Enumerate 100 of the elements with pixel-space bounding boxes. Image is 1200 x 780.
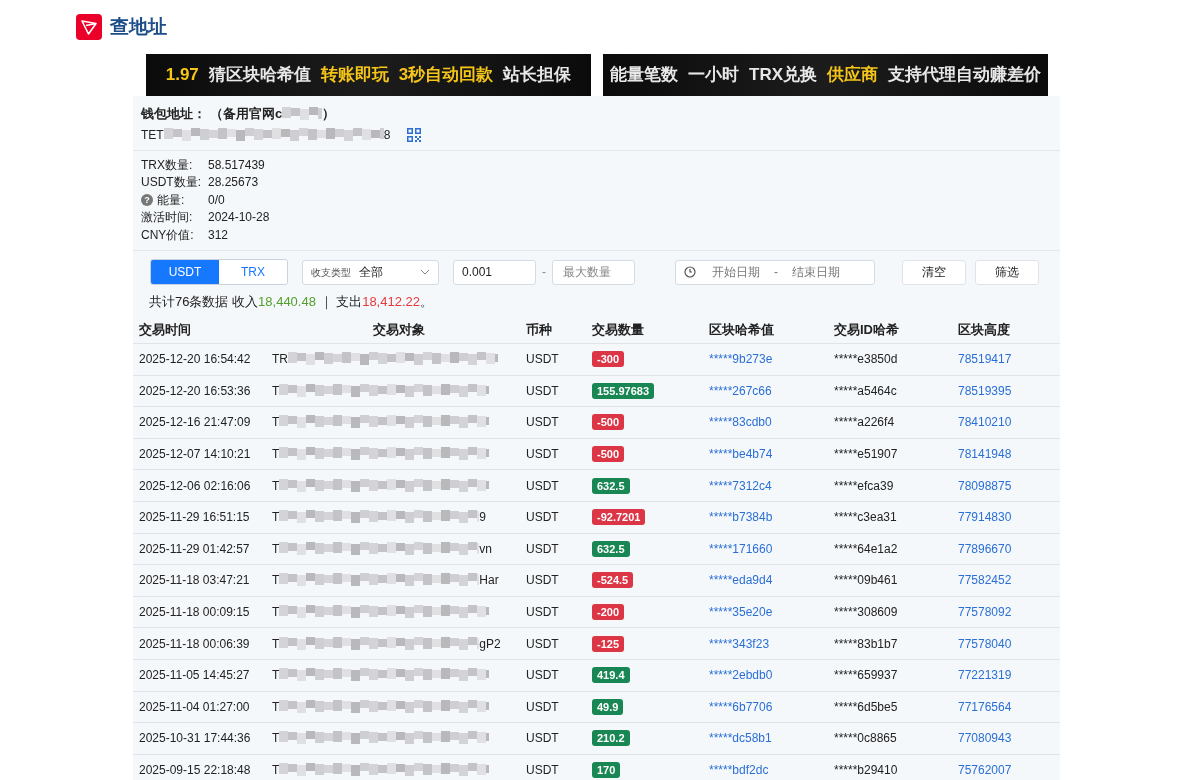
block-height-link[interactable]: 77176564 <box>958 699 1012 714</box>
table-cell: USDT <box>526 659 592 692</box>
start-date-placeholder: 开始日期 <box>712 264 760 281</box>
block-hash-link[interactable]: *****171660 <box>709 541 773 556</box>
table-cell: USDT <box>526 406 592 439</box>
amount-badge: -300 <box>592 351 625 368</box>
block-height-link[interactable]: 78519395 <box>958 383 1012 398</box>
table-cell: *****09b461 <box>834 564 958 597</box>
block-height-link[interactable]: 77582452 <box>958 573 1012 588</box>
stat-label: TRX数量: <box>141 156 193 174</box>
clear-button[interactable]: 清空 <box>902 259 966 285</box>
block-height-link[interactable]: 77578040 <box>958 636 1012 651</box>
banner-text: 一小时 <box>688 64 739 87</box>
table-cell: USDT <box>526 533 592 565</box>
type-select[interactable]: 收支类型 全部 <box>302 259 439 285</box>
table-cell: 2025-11-18 00:06:39 <box>133 627 272 660</box>
block-height-link[interactable]: 77221319 <box>958 668 1012 683</box>
qr-code-icon[interactable] <box>406 126 423 143</box>
amount-badge: 155.97683 <box>592 382 654 399</box>
amount-badge: -500 <box>592 446 625 463</box>
column-header: 区块哈希值 <box>709 315 834 344</box>
table-cell: *****6d5be5 <box>834 691 958 723</box>
amount-badge: -92.7201 <box>592 509 646 526</box>
ad-banner[interactable]: 能量笔数 一小时 TRX兑换 供应商 支持代理自动赚差价 <box>603 54 1048 96</box>
table-cell: 2025-12-20 16:54:42 <box>133 343 272 376</box>
block-hash-link[interactable]: *****83cdb0 <box>709 415 772 430</box>
block-hash-link[interactable]: *****267c66 <box>709 383 772 398</box>
block-hash-link[interactable]: *****6b7706 <box>709 699 773 714</box>
date-range-field[interactable]: 开始日期 - 结束日期 <box>675 259 875 285</box>
table-cell-text: T <box>272 730 280 748</box>
amount-badge: 419.4 <box>592 667 630 684</box>
block-height-link[interactable]: 77080943 <box>958 731 1012 746</box>
block-height-link[interactable]: 75762007 <box>958 763 1012 777</box>
block-hash-link[interactable]: *****2ebdb0 <box>709 668 773 683</box>
amount-badge: 210.2 <box>592 730 630 747</box>
table-cell: 2025-12-07 14:10:21 <box>133 438 272 470</box>
table-cell: USDT <box>526 627 592 660</box>
block-hash-link[interactable]: *****343f23 <box>709 636 770 651</box>
table-cell: 2025-12-06 02:16:06 <box>133 469 272 502</box>
currency-tab[interactable]: USDT <box>151 260 219 284</box>
table-cell: USDT <box>526 501 592 534</box>
block-hash-link[interactable]: *****b7384b <box>709 510 773 525</box>
column-header: 交易数量 <box>592 315 709 344</box>
block-height-link[interactable]: 77914830 <box>958 510 1012 525</box>
block-hash-link[interactable]: *****be4b74 <box>709 447 773 462</box>
amount-badge: 170 <box>592 762 621 778</box>
min-amount-field[interactable]: 0.001 <box>453 259 536 285</box>
block-hash-link[interactable]: *****bdf2dc <box>709 763 769 777</box>
banner-text: 1.97 <box>165 64 199 87</box>
select-label: 收支类型 <box>311 265 351 280</box>
block-hash-link[interactable]: *****7312c4 <box>709 478 772 493</box>
block-height-link[interactable]: 78098875 <box>958 478 1012 493</box>
table-cell: USDT <box>526 596 592 628</box>
column-header: 交易ID哈希 <box>834 315 958 344</box>
block-hash-link[interactable]: *****eda9d4 <box>709 573 773 588</box>
block-height-link[interactable]: 78410210 <box>958 415 1012 430</box>
currency-tab[interactable]: TRX <box>219 260 287 284</box>
table-cell-text: T <box>272 635 280 653</box>
block-height-link[interactable]: 78519417 <box>958 352 1012 367</box>
max-amount-field[interactable]: 最大数量 <box>552 259 635 285</box>
table-cell: USDT <box>526 564 592 597</box>
table-cell-text: T <box>272 762 280 779</box>
table-cell-text: 9 <box>479 509 487 527</box>
amount-badge: 632.5 <box>592 477 630 494</box>
table-cell: 2025-11-18 00:09:15 <box>133 596 272 628</box>
block-hash-link[interactable]: *****35e20e <box>709 605 773 620</box>
block-height-link[interactable]: 78141948 <box>958 447 1012 462</box>
block-height-link[interactable]: 77896670 <box>958 541 1012 556</box>
table-cell-text: T <box>272 572 280 590</box>
table-cell: USDT <box>526 438 592 470</box>
table-cell-text: Har <box>479 572 499 590</box>
stat-value: 312 <box>208 226 229 244</box>
block-hash-link[interactable]: *****9b273e <box>709 352 773 367</box>
logo-icon <box>76 14 102 40</box>
help-icon[interactable]: ? <box>141 194 153 207</box>
block-height-link[interactable]: 77578092 <box>958 605 1012 620</box>
filter-button[interactable]: 筛选 <box>975 259 1039 285</box>
stat-value: 58.517439 <box>208 156 265 174</box>
table-cell: USDT <box>526 691 592 723</box>
table-cell-text: T <box>272 477 280 495</box>
block-hash-link[interactable]: *****dc58b1 <box>709 731 772 746</box>
end-date-placeholder: 结束日期 <box>792 264 840 281</box>
table-cell-text: T <box>272 604 280 622</box>
column-header: 交易时间 <box>133 315 272 344</box>
table-cell: *****0c8865 <box>834 722 958 755</box>
amount-badge: -500 <box>592 414 625 431</box>
chevron-down-icon <box>420 269 430 275</box>
table-cell: *****efca39 <box>834 469 958 502</box>
wallet-address: 8 <box>383 126 391 144</box>
stat-label: 激活时间: <box>141 209 193 226</box>
amount-badge: 632.5 <box>592 540 630 557</box>
redaction-blur <box>282 106 323 121</box>
amount-badge: -125 <box>592 635 625 652</box>
ad-banner[interactable]: 1.97 猜区块哈希值 转账即玩 3秒自动回款 站长担保 <box>146 54 591 96</box>
stat-label: USDT数量: <box>141 174 201 191</box>
amount-badge: -524.5 <box>592 572 634 589</box>
amount-badge: -200 <box>592 604 625 621</box>
table-cell: *****659937 <box>834 659 958 692</box>
banner-text: 转账即玩 <box>320 64 389 87</box>
table-cell-text: T <box>272 414 280 432</box>
